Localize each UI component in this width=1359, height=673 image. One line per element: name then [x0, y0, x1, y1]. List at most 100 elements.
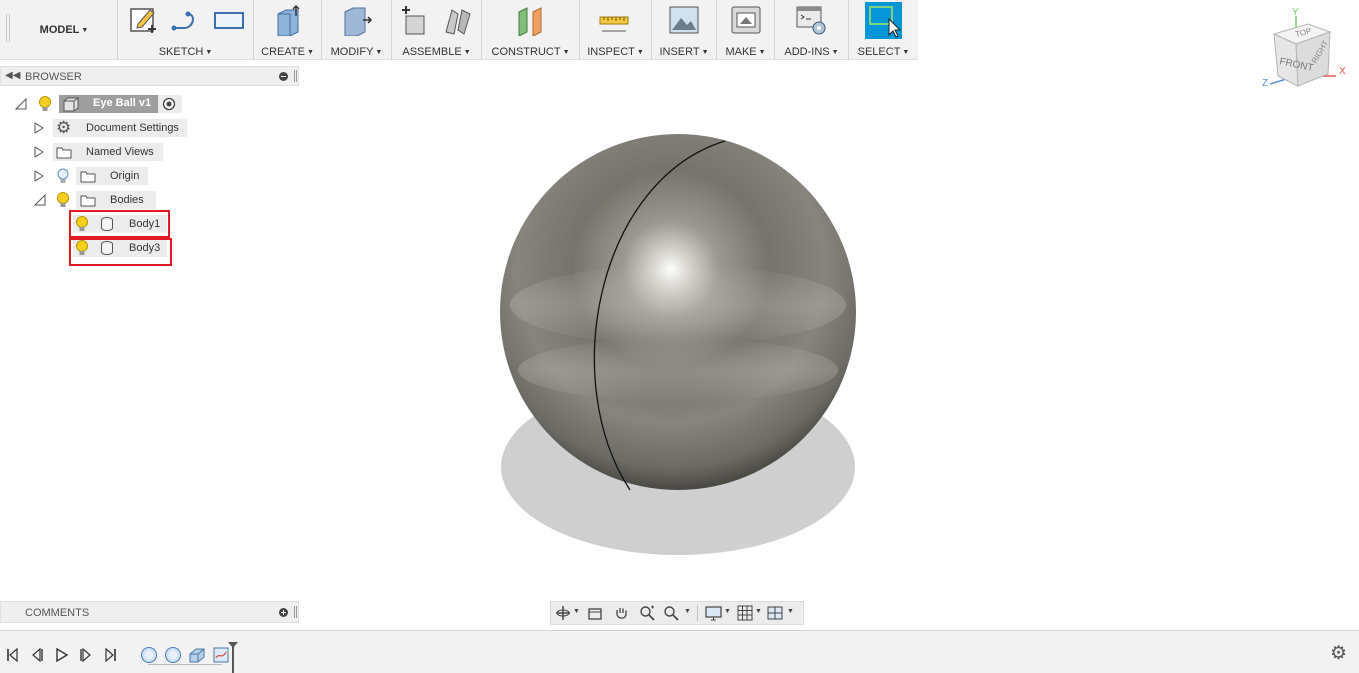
collapse-panel-icon[interactable]: ◀◀	[5, 70, 20, 81]
press-pull-icon[interactable]	[341, 4, 373, 36]
navigation-bar: ▼ ▼ ▼ ▼ ▼	[550, 601, 804, 625]
add-circle-icon[interactable]	[279, 608, 288, 617]
toolbar-group-label[interactable]: SELECT ▼	[849, 46, 918, 58]
toolbar-group-label[interactable]: INSPECT ▼	[580, 46, 651, 58]
toolbar-group-addins: ADD-INS ▼	[774, 0, 848, 60]
extrude-icon[interactable]	[272, 4, 304, 36]
viewcube[interactable]: TOP FRONT RIGHT Y X Z	[1258, 2, 1354, 94]
new-component-icon[interactable]	[400, 4, 432, 36]
measure-icon[interactable]	[598, 4, 630, 36]
timeline-track	[148, 664, 222, 665]
go-to-end-icon[interactable]	[105, 648, 117, 662]
lightbulb-icon[interactable]	[55, 191, 71, 209]
insert-canvas-icon[interactable]	[668, 4, 700, 36]
scripts-addins-icon[interactable]	[795, 4, 827, 36]
axis-z-label: Z	[1262, 78, 1268, 89]
go-to-start-icon[interactable]	[6, 648, 18, 662]
folder-icon	[80, 171, 96, 183]
sketch-rectangle-icon[interactable]	[213, 4, 245, 36]
toolbar-group-label[interactable]: ASSEMBLE ▼	[392, 46, 481, 58]
split-body-feature-icon[interactable]	[188, 646, 206, 664]
play-icon[interactable]	[55, 648, 69, 662]
collapsed-triangle-icon[interactable]	[34, 122, 44, 134]
chevron-down-icon[interactable]: ▼	[724, 608, 731, 615]
expanded-triangle-icon[interactable]	[34, 194, 46, 206]
select-tool-button[interactable]	[865, 2, 902, 39]
browser-item-label: Document Settings	[53, 119, 187, 137]
display-settings-icon[interactable]	[705, 605, 723, 621]
toolbar-group-label[interactable]: SKETCH ▼	[118, 46, 253, 58]
timeline-marker-handle[interactable]	[227, 641, 239, 649]
sphere-feature-icon[interactable]	[164, 646, 182, 664]
joint-icon[interactable]	[442, 4, 474, 36]
grid-icon[interactable]	[737, 605, 753, 621]
toolbar-group-inspect: INSPECT ▼	[579, 0, 651, 60]
sketch-line-icon[interactable]	[170, 4, 202, 36]
toolbar-group-modify: MODIFY ▼	[321, 0, 391, 60]
folder-icon	[56, 147, 72, 159]
browser-item-origin[interactable]: Origin	[0, 166, 299, 186]
3d-print-icon[interactable]	[730, 4, 762, 36]
orbit-icon[interactable]	[555, 605, 571, 621]
expanded-triangle-icon[interactable]	[15, 98, 27, 110]
browser-root-item[interactable]: Eye Ball v1	[0, 94, 299, 114]
create-sketch-icon[interactable]	[128, 4, 160, 36]
toolbar-group-make: MAKE ▼	[716, 0, 774, 60]
browser-item-named-views[interactable]: Named Views	[0, 142, 299, 162]
timeline-bar: ⚙	[0, 630, 1359, 673]
toolbar-group-label[interactable]: MAKE ▼	[717, 46, 774, 58]
chevron-down-icon[interactable]: ▼	[787, 608, 794, 615]
select-cursor-icon	[869, 6, 902, 38]
browser-item-document-settings[interactable]: Document Settings ⚙	[0, 118, 299, 138]
toolbar-group-sketch: SKETCH ▼	[117, 0, 253, 60]
chevron-down-icon[interactable]: ▼	[684, 608, 691, 615]
toolbar-group-label[interactable]: CREATE ▼	[254, 46, 321, 58]
axis-x-label: X	[1339, 66, 1346, 77]
collapsed-triangle-icon[interactable]	[34, 170, 44, 182]
comments-panel: COMMENTS	[0, 601, 299, 623]
browser-item-body3[interactable]: Body3	[0, 238, 299, 266]
root-item-label: Eye Ball v1	[93, 97, 152, 109]
toolbar-group-label[interactable]: INSERT ▼	[652, 46, 716, 58]
gear-icon[interactable]: ⚙	[1330, 644, 1347, 664]
panel-resize-handle[interactable]	[294, 70, 297, 82]
navbar-divider	[697, 605, 698, 621]
toolbar-group-insert: INSERT ▼	[651, 0, 716, 60]
browser-item-bodies[interactable]: Bodies	[0, 190, 299, 210]
toolbar-group-label[interactable]: ADD-INS ▼	[775, 46, 848, 58]
panel-resize-handle[interactable]	[294, 606, 297, 618]
pan-hand-icon[interactable]	[613, 605, 629, 621]
activate-radio-icon[interactable]	[162, 97, 176, 111]
folder-icon	[80, 195, 96, 207]
sphere-feature-icon[interactable]	[140, 646, 158, 664]
chevron-down-icon: ▼	[81, 26, 89, 34]
viewports-icon[interactable]	[767, 605, 783, 621]
reflection-band	[518, 338, 838, 402]
lightbulb-icon[interactable]	[37, 95, 53, 113]
chevron-down-icon[interactable]: ▼	[573, 608, 580, 615]
workspace-label: MODEL	[39, 24, 80, 36]
axis-y-label: Y	[1292, 7, 1299, 18]
chevron-down-icon[interactable]: ▼	[755, 608, 762, 615]
browser-item-body1[interactable]: Body1	[0, 210, 299, 238]
toolbar-group-label[interactable]: CONSTRUCT ▼	[482, 46, 579, 58]
zoom-icon[interactable]	[639, 605, 655, 621]
minus-circle-icon[interactable]	[279, 72, 288, 81]
fit-zoom-icon[interactable]	[663, 605, 679, 621]
toolbar-group-select: SELECT ▼	[848, 0, 918, 60]
toolbar-group-label[interactable]: MODIFY ▼	[322, 46, 391, 58]
step-back-icon[interactable]	[30, 648, 44, 662]
workspace-switcher[interactable]: MODEL ▼	[12, 0, 116, 60]
step-forward-icon[interactable]	[79, 648, 93, 662]
collapsed-triangle-icon[interactable]	[34, 146, 44, 158]
offset-plane-icon[interactable]	[515, 4, 547, 36]
toolbar-group-construct: CONSTRUCT ▼	[481, 0, 579, 60]
toolbar-group-create: CREATE ▼	[253, 0, 321, 60]
look-at-icon[interactable]	[587, 605, 603, 621]
lightbulb-off-icon[interactable]	[55, 167, 71, 185]
gear-icon: ⚙	[56, 118, 72, 137]
browser-header: ◀◀ BROWSER	[0, 66, 299, 86]
toolbar-grip[interactable]	[6, 14, 10, 42]
model-viewport-sphere[interactable]	[480, 120, 880, 570]
reflection-band	[510, 265, 846, 345]
